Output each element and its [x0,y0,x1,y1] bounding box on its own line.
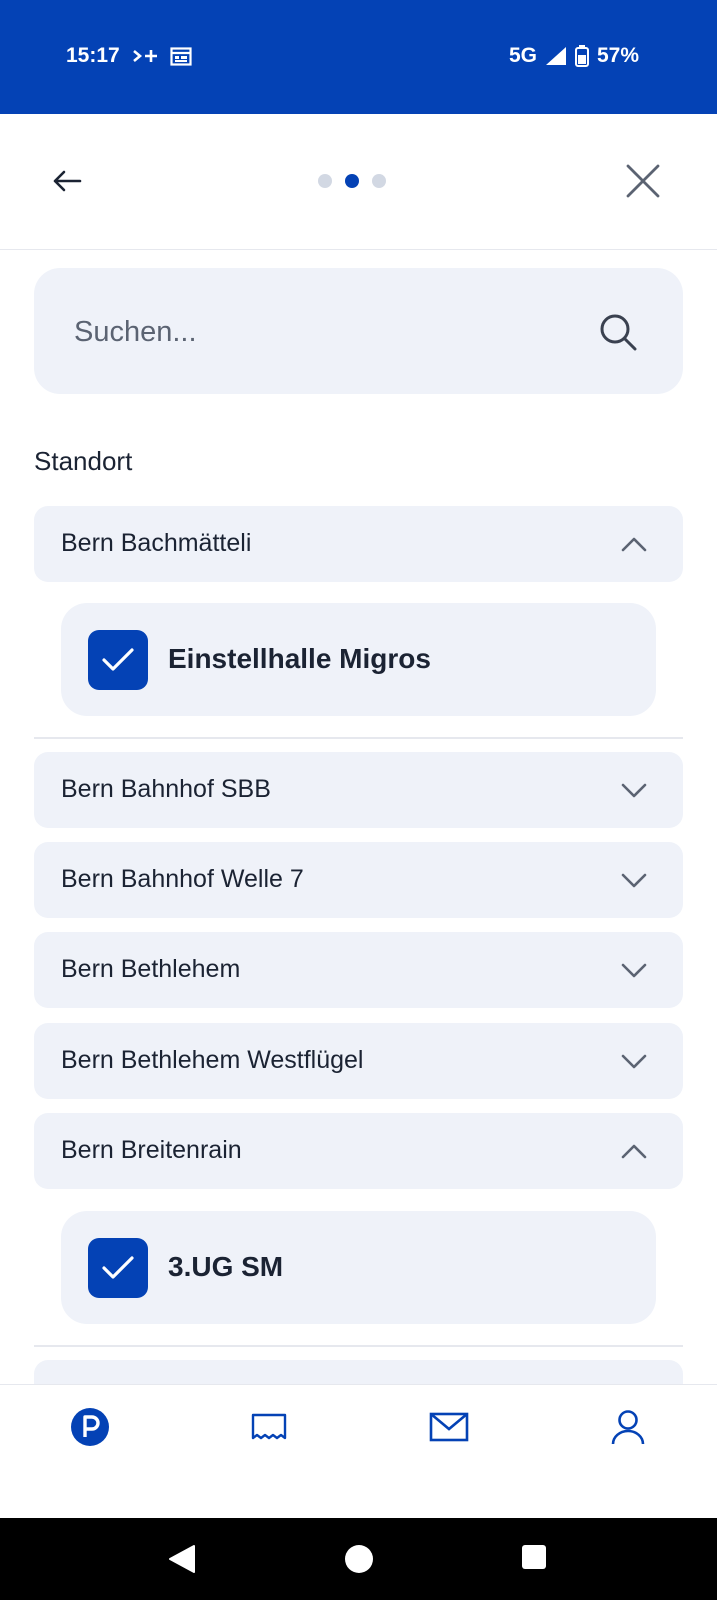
tab-messages[interactable] [425,1403,473,1451]
receipt-icon [251,1413,287,1440]
tab-profile[interactable] [604,1403,652,1451]
calendar-icon [170,46,192,66]
arrow-left-icon [53,170,82,192]
checkmark-icon [102,1256,134,1279]
location-row-bern-bahnhof-sbb[interactable]: Bern Bahnhof SBB [34,752,683,828]
signal-icon [545,46,567,66]
checkmark-icon [102,648,134,671]
status-bar: 15:17 5G 57% [0,0,717,114]
circle-home-icon [345,1545,373,1573]
chevron-down-icon [621,873,647,888]
chevron-up-icon [621,537,647,552]
location-label: Bern Bethlehem [61,955,241,983]
status-left: 15:17 [66,44,192,68]
checkbox-checked[interactable] [88,630,148,690]
location-label: Bern Bachmätteli [61,529,252,557]
location-label: Bern Breitenrain [61,1136,242,1164]
close-icon [626,164,660,198]
location-label: Bern Bahnhof SBB [61,775,271,803]
top-navigation [0,114,717,250]
location-label: Bern Bahnhof Welle 7 [61,865,304,893]
triangle-back-icon [169,1545,195,1573]
sublocation-card-3ug-sm[interactable]: 3.UG SM [61,1211,656,1324]
status-time: 15:17 [66,44,120,67]
chevron-down-icon [621,1054,647,1069]
parking-icon [71,1408,109,1446]
location-row-bern-bachmaetteli[interactable]: Bern Bachmätteli [34,506,683,582]
system-back-button[interactable] [168,1544,196,1574]
section-label: Standort [34,446,133,476]
search-input[interactable] [72,306,556,358]
pager-dot-active [345,174,359,188]
search-icon[interactable] [598,312,638,352]
sim-forward-icon [132,48,158,64]
chevron-down-icon [621,963,647,978]
location-row-bern-bethlehem-westfluegel[interactable]: Bern Bethlehem Westflügel [34,1023,683,1099]
location-row-bern-bethlehem[interactable]: Bern Bethlehem [34,932,683,1008]
divider [34,1345,683,1347]
network-label: 5G [508,44,537,67]
back-button[interactable] [50,164,84,198]
mail-icon [429,1412,469,1442]
location-row-bern-breitenrain[interactable]: Bern Breitenrain [34,1113,683,1189]
tab-receipts[interactable] [245,1403,293,1451]
tab-parking[interactable] [66,1403,114,1451]
search-box [34,268,683,394]
square-recents-icon [522,1545,546,1569]
system-navigation-bar [0,1518,717,1600]
system-home-button[interactable] [344,1544,374,1574]
divider [34,737,683,739]
sublocation-label: Einstellhalle Migros [168,643,431,674]
battery-percent: 57% [596,44,639,67]
sublocation-label: 3.UG SM [168,1251,284,1282]
pager-dot [372,174,386,188]
close-button[interactable] [622,160,664,202]
location-row-bern-bahnhof-welle-7[interactable]: Bern Bahnhof Welle 7 [34,842,683,918]
bottom-tab-bar [0,1384,717,1519]
pager-dot [318,174,332,188]
chevron-up-icon [621,1144,647,1159]
system-recents-button[interactable] [521,1544,547,1570]
status-right: 5G 57% [509,44,639,68]
pager-dots [318,174,386,188]
chevron-down-icon [621,783,647,798]
battery-icon [574,45,589,67]
location-label: Bern Bethlehem Westflügel [61,1046,364,1074]
sublocation-card-einstellhalle-migros[interactable]: Einstellhalle Migros [61,603,656,716]
checkbox-checked[interactable] [88,1238,148,1298]
user-icon [611,1410,645,1445]
